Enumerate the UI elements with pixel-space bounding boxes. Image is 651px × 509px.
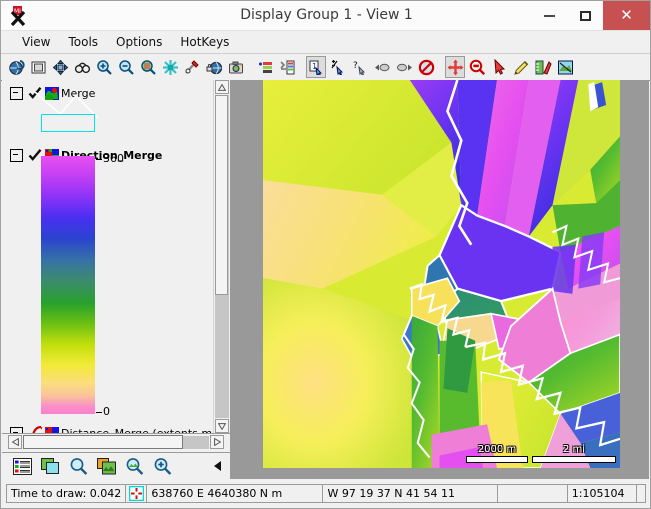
layer-distance-merge-label: Distance_Merge (extents min) <box>61 426 214 434</box>
status-geographic-coordinates: W 97 19 37 N 41 54 11 <box>322 484 498 503</box>
scalebar-imperial: 2 mi <box>532 444 616 463</box>
legend-panel: Merge Direction_Merge 360 0 Distance_Mer… <box>2 80 230 479</box>
map-canvas[interactable] <box>263 80 620 468</box>
visibility-checkbox[interactable] <box>28 148 42 162</box>
minimize-button[interactable] <box>531 1 567 30</box>
maximize-icon <box>579 10 591 21</box>
main-toolbar: 1 ? <box>1 54 650 81</box>
maximize-button[interactable] <box>567 1 603 30</box>
application-window: MI Display Group 1 - View 1 ✕ View Tools… <box>0 0 651 509</box>
select-toggle-tool-icon[interactable] <box>328 56 348 78</box>
selected-cell-highlight[interactable] <box>41 114 95 132</box>
close-icon: ✕ <box>620 6 633 24</box>
pan-arrows-icon[interactable] <box>50 56 70 78</box>
scroll-thumb[interactable] <box>215 95 228 295</box>
color-ramp-max-label: 360 <box>96 152 124 165</box>
measure-ruler-icon[interactable] <box>533 56 553 78</box>
raster-distance-icon <box>45 426 59 433</box>
globe-lock-icon[interactable] <box>204 56 224 78</box>
crosshair-icon[interactable] <box>125 484 148 503</box>
pointer-tool-icon[interactable] <box>489 56 509 78</box>
zoom-to-layer-button[interactable] <box>123 456 145 476</box>
zoom-box-tool-icon[interactable] <box>467 56 487 78</box>
snapshot-camera-icon[interactable] <box>226 56 246 78</box>
status-spare-cell <box>496 484 568 503</box>
tree-horizontal-scrollbar[interactable] <box>2 434 230 452</box>
globe-refresh-icon[interactable] <box>6 56 26 78</box>
zoom-layer-button[interactable] <box>67 456 89 476</box>
window-controls: ✕ <box>531 1 650 30</box>
pencil-edit-icon[interactable] <box>511 56 531 78</box>
main-area: Merge Direction_Merge 360 0 Distance_Mer… <box>2 80 649 479</box>
zoom-out-icon[interactable] <box>116 56 136 78</box>
scalebar-metric-bar <box>466 456 528 463</box>
sketch-overlay-icon[interactable] <box>555 56 575 78</box>
collapse-panel-arrow-icon[interactable] <box>214 461 221 471</box>
expander-collapse-icon[interactable] <box>10 426 23 433</box>
expander-collapse-icon[interactable] <box>10 148 23 162</box>
measure-tool-icon[interactable] <box>182 56 202 78</box>
next-element-icon[interactable] <box>394 56 414 78</box>
map-view[interactable]: 2000 m 2 mi <box>230 80 649 479</box>
previous-element-icon[interactable] <box>372 56 392 78</box>
color-ramp-min-label: 0 <box>96 405 110 418</box>
close-button[interactable]: ✕ <box>603 1 650 30</box>
layer-tree-content: Merge Direction_Merge 360 0 Distance_Mer… <box>2 80 214 433</box>
duplicate-layer-button[interactable] <box>39 456 61 476</box>
scroll-right-arrow-icon[interactable] <box>210 435 224 449</box>
status-time-to-draw: Time to draw: 0.042 <box>6 484 126 503</box>
scroll-left-arrow-icon[interactable] <box>8 435 22 449</box>
scalebar-imperial-label: 2 mi <box>562 444 586 455</box>
zoom-full-icon[interactable] <box>160 56 180 78</box>
zoom-to-box-icon[interactable] <box>138 56 158 78</box>
direction-raster-image <box>263 80 620 468</box>
zoom-previous-icon[interactable] <box>72 56 92 78</box>
menu-bar: View Tools Options HotKeys <box>1 31 650 54</box>
legend-properties-button[interactable] <box>11 456 33 476</box>
scroll-down-arrow-icon[interactable] <box>215 419 229 433</box>
scalebar-metric: 2000 m <box>466 444 528 463</box>
scalebar-imperial-bar <box>532 456 616 463</box>
scale-bar-group: 2000 m 2 mi <box>466 444 616 463</box>
status-bar: Time to draw: 0.042 638760 E 4640380 N m… <box>2 481 649 507</box>
add-layer-icon[interactable] <box>255 56 275 78</box>
expander-collapse-icon[interactable] <box>10 86 23 100</box>
menu-hotkeys[interactable]: HotKeys <box>171 33 238 51</box>
menu-tools[interactable]: Tools <box>59 33 107 51</box>
tree-vertical-scrollbar[interactable] <box>213 80 230 433</box>
minimize-icon <box>543 14 555 17</box>
visibility-checkbox[interactable] <box>28 425 43 433</box>
status-tail-cell <box>635 484 646 503</box>
pan-move-tool-icon[interactable] <box>445 56 465 78</box>
layer-manager-icon[interactable] <box>277 56 297 78</box>
status-projected-coordinates: 638760 E 4640380 N m <box>146 484 324 503</box>
menu-options[interactable]: Options <box>107 33 171 51</box>
deselect-all-icon[interactable] <box>416 56 436 78</box>
scalebar-metric-label: 2000 m <box>477 444 517 455</box>
status-scale: 1:105104 <box>566 484 637 503</box>
view-extents-icon[interactable] <box>28 56 48 78</box>
zoom-in-icon[interactable] <box>94 56 114 78</box>
select-one-tool-icon[interactable]: 1 <box>306 56 326 78</box>
scroll-thumb[interactable] <box>23 435 183 449</box>
query-tool-icon[interactable]: ? <box>350 56 370 78</box>
layer-distance-merge[interactable]: Distance_Merge (extents min) <box>2 424 214 433</box>
legend-panel-toolbar <box>2 452 230 479</box>
layer-tree: Merge Direction_Merge 360 0 Distance_Mer… <box>2 80 230 434</box>
scroll-up-arrow-icon[interactable] <box>215 80 229 94</box>
svg-text:?: ? <box>353 61 358 71</box>
direction-color-ramp <box>41 156 95 414</box>
title-bar: MI Display Group 1 - View 1 ✕ <box>1 1 650 31</box>
zoom-in-button[interactable] <box>151 456 173 476</box>
menu-view[interactable]: View <box>13 33 59 51</box>
add-raster-button[interactable] <box>95 456 117 476</box>
